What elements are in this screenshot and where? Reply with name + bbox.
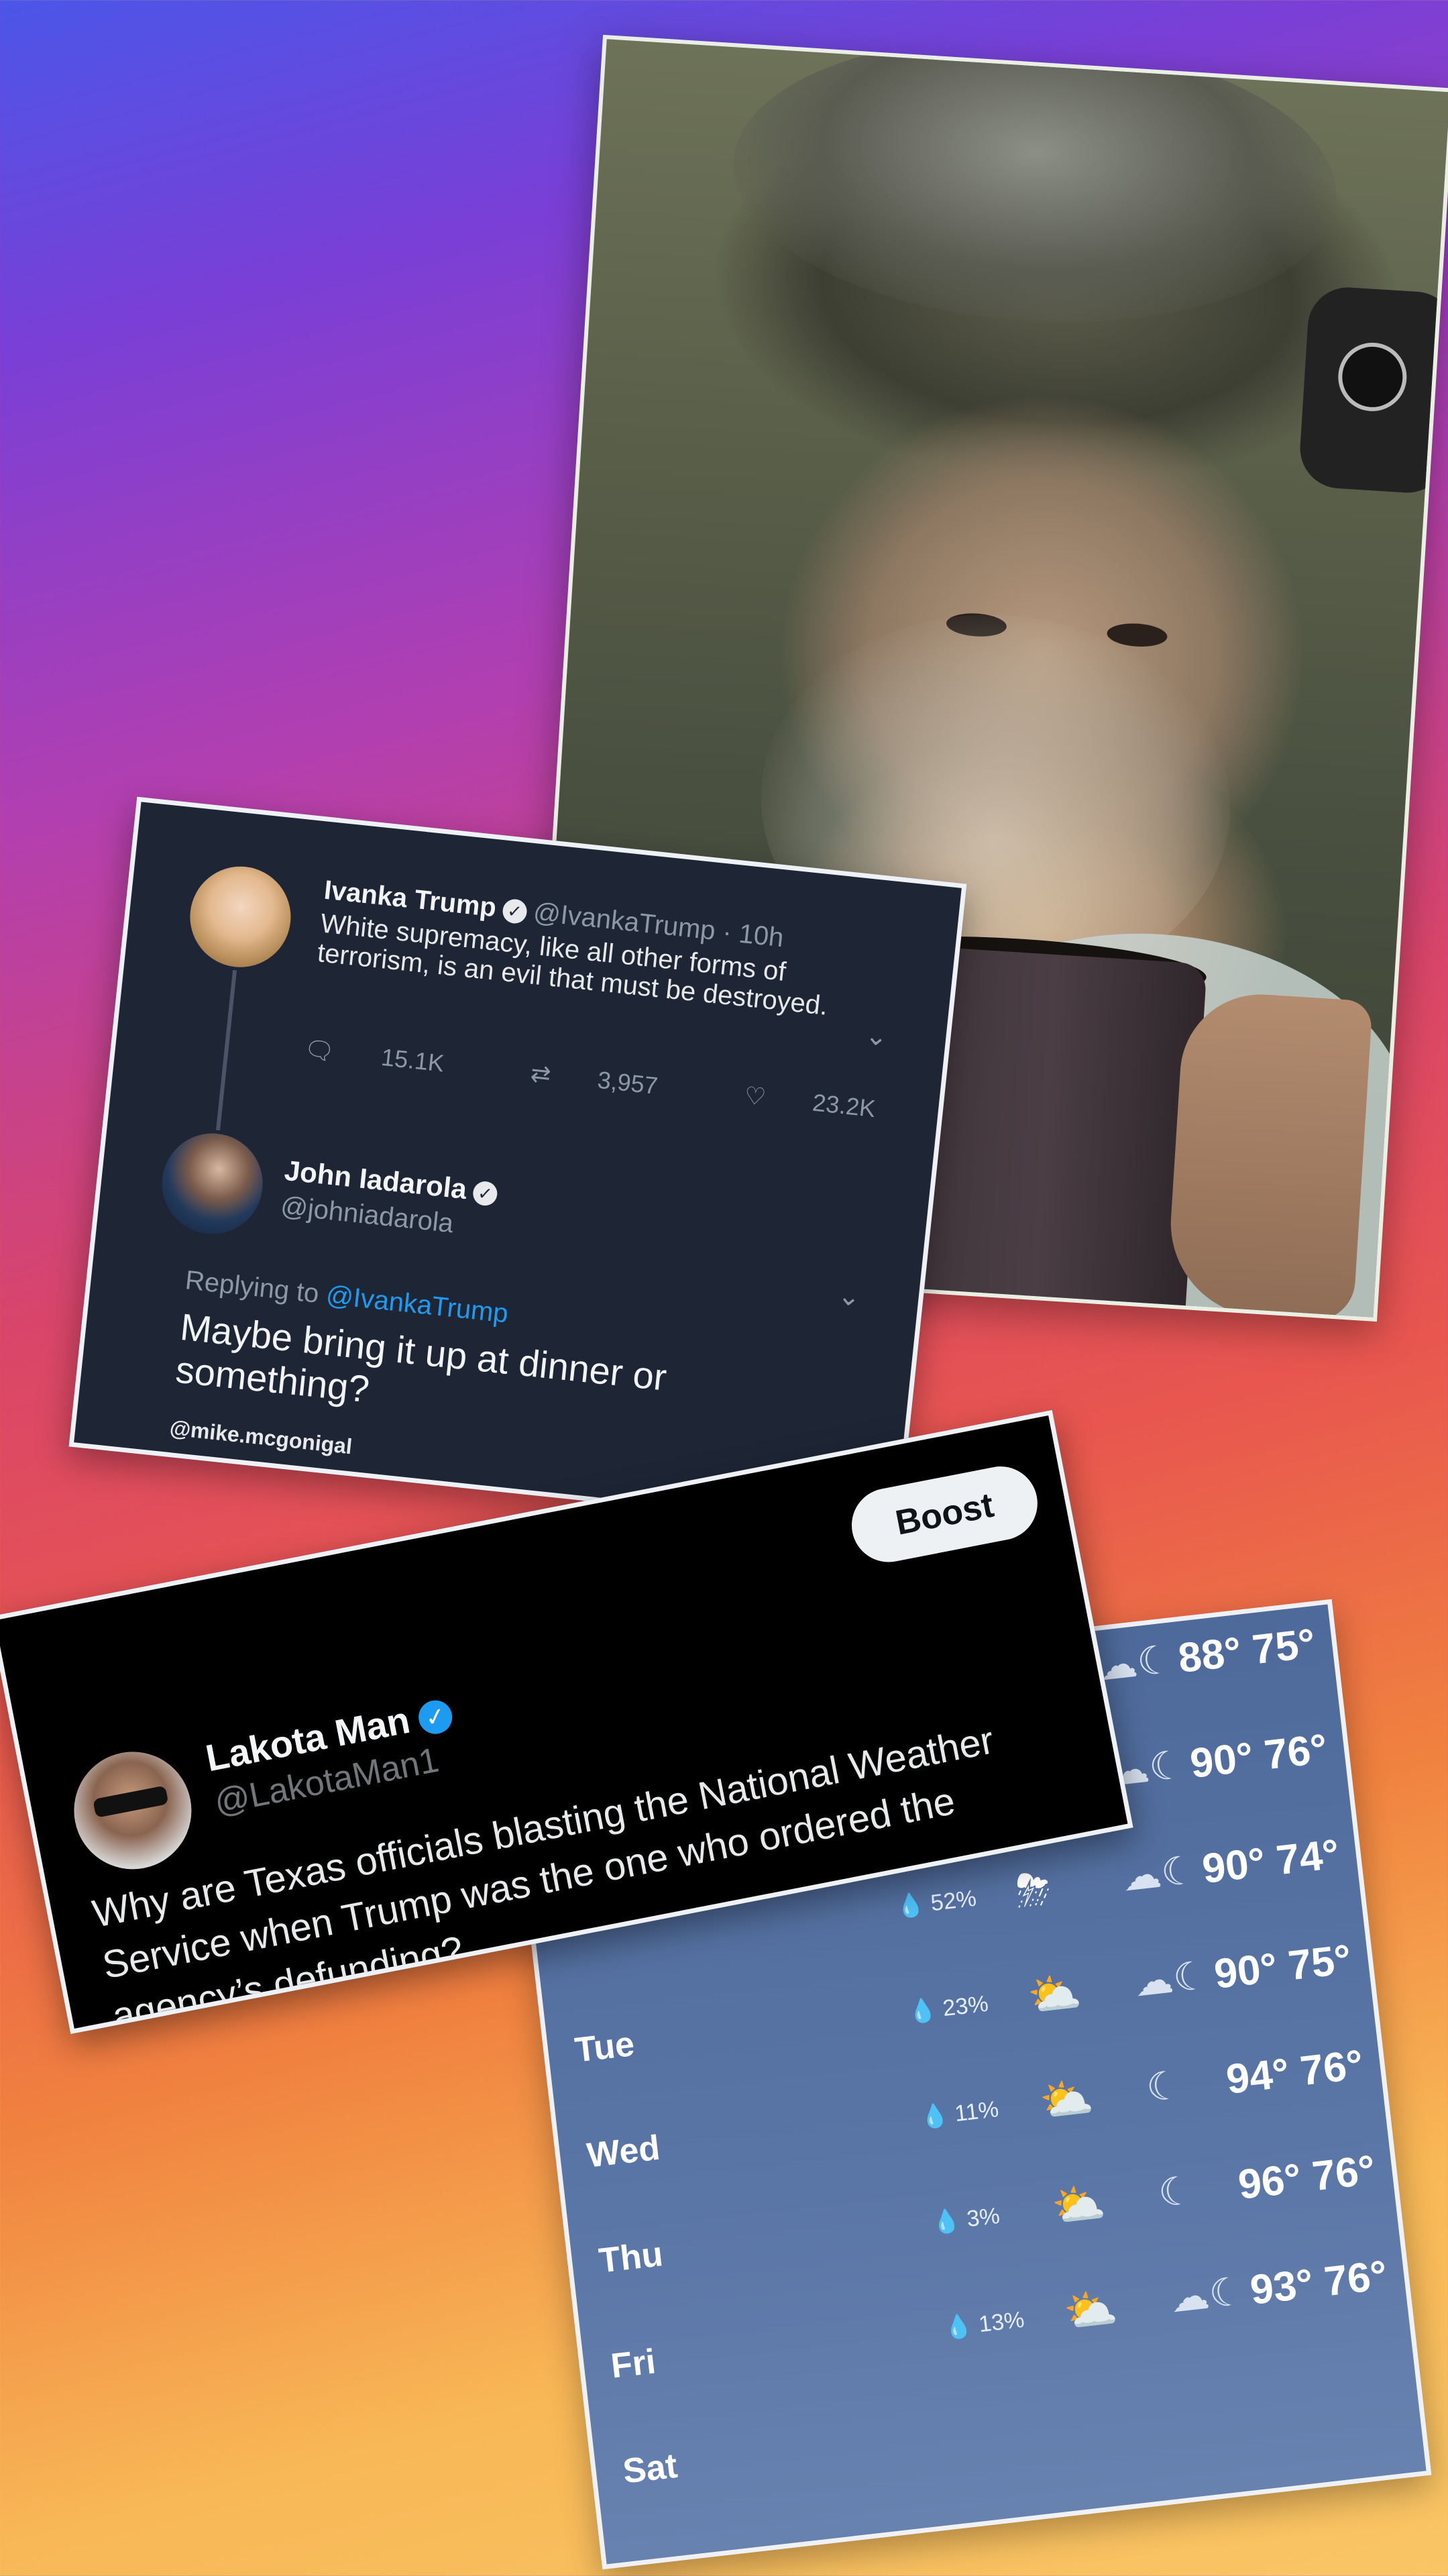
precip-value: 52%	[929, 1885, 978, 1917]
thunderstorm-icon: ⛈	[1013, 1864, 1053, 1916]
reply-count-text: 15.1K	[380, 1042, 446, 1077]
forecast-temps: 90° 74°	[1200, 1831, 1342, 1892]
forecast-temps: 90° 76°	[1188, 1725, 1330, 1788]
chevron-down-icon[interactable]: ⌄	[864, 1020, 889, 1053]
raindrop-icon: 💧	[895, 1890, 933, 1921]
reply-count[interactable]: 🗨 15.1K	[302, 1035, 486, 1081]
moon-icon: ☾	[1144, 2063, 1184, 2110]
photo-hair	[724, 34, 1345, 340]
raindrop-icon: 💧	[907, 1996, 944, 2026]
moon-cloud-icon: ☁☾	[1096, 1637, 1174, 1689]
raindrop-icon: 💧	[919, 2101, 956, 2131]
precip-value: 13%	[977, 2306, 1026, 2338]
thread-line	[216, 969, 237, 1131]
verified-icon: ✓	[501, 898, 528, 925]
precip-chance: 💧 3%	[931, 2202, 1001, 2237]
like-count-text: 23.2K	[811, 1088, 877, 1123]
forecast-temps: 93° 76°	[1247, 2252, 1390, 2314]
replying-to-label: Replying to	[184, 1265, 321, 1309]
raindrop-icon: 💧	[942, 2312, 981, 2342]
boost-button[interactable]: Boost	[845, 1460, 1044, 1568]
forecast-day: Wed	[585, 2128, 662, 2176]
forecast-temps: 96° 76°	[1235, 2147, 1378, 2208]
heart-icon: ♡	[742, 1081, 768, 1112]
partly-sunny-icon: ⛅	[1025, 1967, 1084, 2021]
tweet-card-iadarola: Ivanka Trump ✓ @IvankaTrump · 10h ⌄ White …	[68, 796, 967, 1534]
verified-icon: ✓	[471, 1180, 499, 1207]
precip-chance: 💧 13%	[943, 2306, 1026, 2342]
moon-icon: ☾	[1156, 2168, 1196, 2216]
raindrop-icon: 💧	[930, 2206, 968, 2237]
precip-value: 3%	[965, 2202, 1001, 2233]
avatar-ivanka	[185, 861, 296, 973]
replying-to-link[interactable]: @IvankaTrump	[325, 1280, 510, 1328]
forecast-day: Thu	[597, 2235, 665, 2281]
precip-value: 23%	[941, 1990, 990, 2022]
forecast-day: Sat	[620, 2446, 679, 2491]
chevron-down-icon[interactable]: ⌄	[836, 1280, 862, 1313]
moon-cloud-icon: ☁☾	[1168, 2269, 1247, 2321]
verified-icon: ✓	[415, 1697, 455, 1737]
forecast-temps: 94° 76°	[1223, 2041, 1366, 2103]
avatar-iadarola	[157, 1128, 268, 1239]
forecast-day: Fri	[608, 2342, 658, 2386]
precip-value: 11%	[953, 2096, 1000, 2127]
forecast-temps: 90° 75°	[1211, 1936, 1354, 1998]
moon-cloud-icon: ☁☾	[1131, 1953, 1211, 2005]
precip-chance: 💧 52%	[895, 1885, 978, 1921]
forecast-temps: 88° 75°	[1176, 1620, 1318, 1682]
retweet-count[interactable]: ⇄ 3,957	[529, 1059, 699, 1104]
retweet-count-text: 3,957	[596, 1065, 659, 1100]
retweet-icon: ⇄	[529, 1059, 553, 1089]
like-count[interactable]: ♡ 23.2K	[743, 1081, 917, 1127]
moon-cloud-icon: ☁☾	[1119, 1847, 1199, 1900]
partly-sunny-icon: ⛅	[1061, 2283, 1120, 2337]
precip-chance: 💧 11%	[919, 2096, 1000, 2131]
partly-sunny-icon: ⛅	[1037, 2072, 1096, 2127]
photo-hand	[1165, 989, 1373, 1322]
credit-watermark: @mike.mcgonigal	[168, 1415, 353, 1459]
forecast-day: Tue	[573, 2024, 636, 2070]
partly-sunny-icon: ⛅	[1049, 2178, 1108, 2232]
precip-chance: 💧 23%	[907, 1990, 990, 2026]
reply-icon: 🗨	[302, 1034, 337, 1066]
